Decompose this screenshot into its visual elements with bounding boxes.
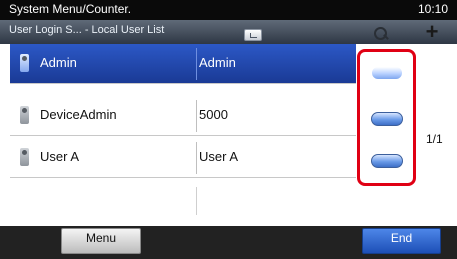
user-icon <box>20 54 29 72</box>
highlight-box <box>357 49 416 186</box>
add-icon[interactable]: + <box>420 21 444 43</box>
clock: 10:10 <box>417 2 448 16</box>
user-icon <box>20 106 29 124</box>
column-divider <box>196 100 197 132</box>
user-login: Admin <box>199 55 236 70</box>
page-indicator: 1/1 <box>426 132 443 146</box>
breadcrumb: User Login S... - Local User List <box>9 24 165 36</box>
menu-button[interactable]: Menu <box>61 228 141 254</box>
user-name: DeviceAdmin <box>40 107 117 122</box>
column-divider <box>196 48 197 80</box>
user-name: Admin <box>40 55 77 70</box>
column-divider <box>196 187 197 215</box>
user-login: 5000 <box>199 107 228 122</box>
user-name: User A <box>40 149 80 164</box>
screen-title: System Menu/Counter. <box>9 2 132 16</box>
sort-icon[interactable] <box>244 29 262 41</box>
user-login: User A <box>199 149 239 164</box>
column-divider <box>196 142 197 174</box>
end-button[interactable]: End <box>362 228 441 254</box>
list-item-deviceadmin[interactable]: DeviceAdmin 5000 <box>10 96 356 136</box>
user-icon <box>20 148 29 166</box>
search-icon[interactable] <box>369 25 395 43</box>
empty-list-row <box>10 183 356 219</box>
list-item-user-a[interactable]: User A User A <box>10 138 356 178</box>
list-item-admin[interactable]: Admin Admin <box>10 44 356 84</box>
search-handle <box>383 34 389 40</box>
